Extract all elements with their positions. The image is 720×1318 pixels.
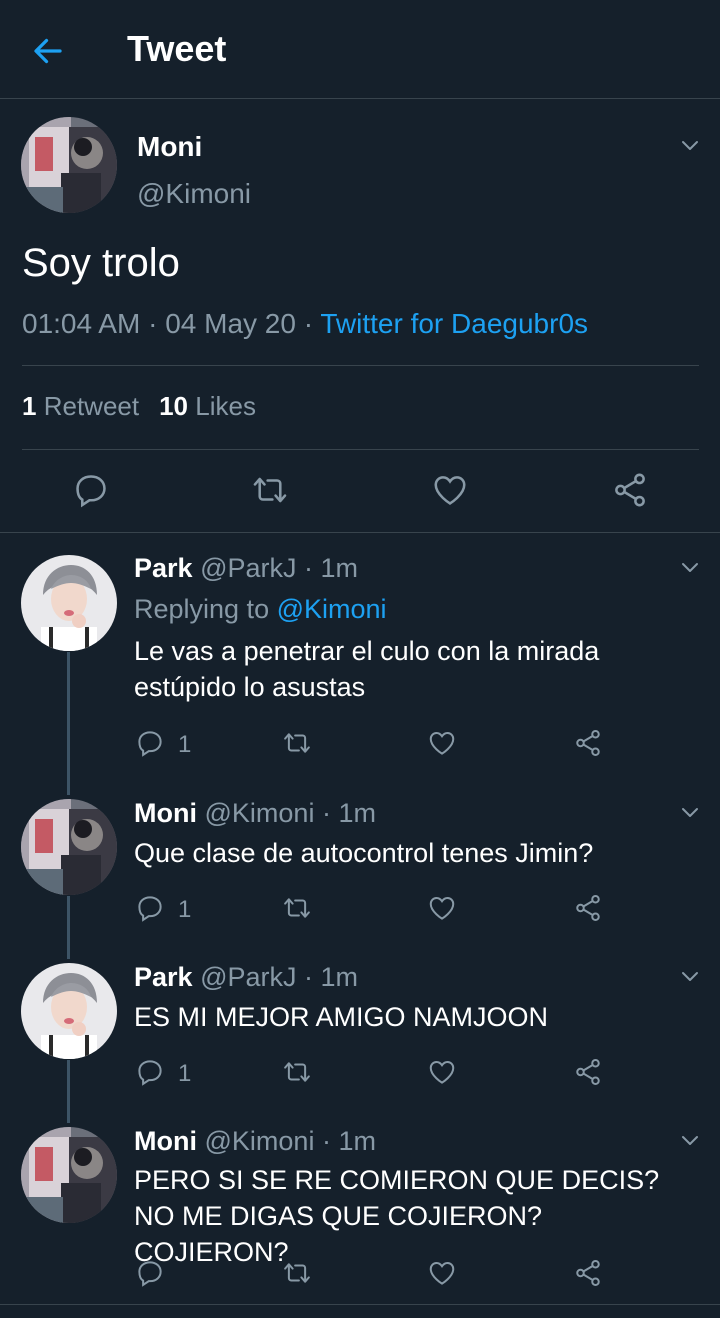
tweet-text: Soy trolo (22, 241, 180, 285)
likes-label: Likes (195, 391, 256, 421)
reply-count: 1 (178, 1060, 192, 1087)
tweet-source-link[interactable]: Twitter for Daegubr0s (320, 308, 588, 339)
page-title: Tweet (127, 28, 227, 69)
heart-icon[interactable] (427, 893, 457, 923)
tweet-time: · 1m (321, 1126, 376, 1156)
share-icon[interactable] (573, 1057, 603, 1087)
retweet-icon[interactable] (282, 728, 312, 758)
avatar[interactable] (21, 963, 117, 1059)
avatar[interactable] (21, 1127, 117, 1223)
tweet-text: Que clase de autocontrol tenes Jimin? (134, 838, 594, 868)
mention-link[interactable]: @Kimoni (277, 594, 387, 624)
thread-line (67, 652, 70, 795)
tweet-time: · 1m (304, 962, 359, 992)
reply-icon[interactable] (135, 728, 165, 758)
retweet-icon[interactable] (282, 1258, 312, 1288)
tweet-text: PERO SI SE RE COMIERON QUE DECIS? NO ME … (134, 1165, 660, 1267)
author-handle[interactable]: @Kimoni (205, 1126, 315, 1156)
heart-icon[interactable] (427, 1258, 457, 1288)
divider (0, 1304, 720, 1305)
author-name[interactable]: Park (134, 553, 193, 583)
tweet-time: · 1m (321, 798, 376, 828)
heart-icon[interactable] (431, 471, 469, 509)
chevron-down-icon[interactable] (678, 964, 702, 988)
reply-icon[interactable] (135, 893, 165, 923)
share-icon[interactable] (573, 1258, 603, 1288)
share-icon[interactable] (611, 471, 649, 509)
divider (22, 365, 699, 366)
share-icon[interactable] (573, 728, 603, 758)
chevron-down-icon[interactable] (678, 555, 702, 579)
share-icon[interactable] (573, 893, 603, 923)
tweet-stats: 1 Retweet 10 Likes (22, 391, 256, 422)
retweet-icon[interactable] (251, 471, 289, 509)
reply-icon[interactable] (72, 471, 110, 509)
author-handle[interactable]: @ParkJ (200, 962, 296, 992)
reply-icon[interactable] (135, 1258, 165, 1288)
chevron-down-icon[interactable] (678, 1128, 702, 1152)
author-name[interactable]: Moni (134, 1126, 197, 1156)
replying-prefix: Replying to (134, 594, 277, 624)
avatar[interactable] (21, 799, 117, 895)
likes-count: 10 (159, 391, 189, 421)
separator: · (303, 308, 314, 339)
reply-icon[interactable] (135, 1057, 165, 1087)
tweet-text: Le vas a penetrar el culo con la mirada … (134, 636, 600, 702)
reply-count: 1 (178, 896, 192, 923)
tweet-time: · 1m (304, 553, 359, 583)
chevron-down-icon[interactable] (678, 800, 702, 824)
likes-stat[interactable]: 10 Likes (159, 391, 256, 421)
author-name[interactable]: Moni (137, 131, 202, 163)
top-bar: Tweet (0, 0, 720, 99)
retweets-stat[interactable]: 1 Retweet (22, 391, 139, 421)
divider (22, 449, 699, 450)
reply-count: 1 (178, 731, 192, 758)
main-tweet: Moni @Kimoni Soy trolo 01:04 AM · 04 May… (0, 99, 720, 533)
arrow-left-icon[interactable] (30, 33, 66, 69)
thread-line (67, 1060, 70, 1123)
author-handle[interactable]: @Kimoni (137, 178, 251, 210)
retweets-count: 1 (22, 391, 37, 421)
retweet-icon[interactable] (282, 893, 312, 923)
separator: · (148, 308, 158, 339)
heart-icon[interactable] (427, 1057, 457, 1087)
tweet-time: 01:04 AM (22, 308, 141, 339)
thread-line (67, 896, 70, 959)
tweet-meta: 01:04 AM · 04 May 20 · Twitter for Daegu… (22, 308, 588, 340)
author-handle[interactable]: @Kimoni (205, 798, 315, 828)
heart-icon[interactable] (427, 728, 457, 758)
avatar[interactable] (21, 555, 117, 651)
author-name[interactable]: Moni (134, 798, 197, 828)
chevron-down-icon[interactable] (678, 133, 702, 157)
tweet-date: 04 May 20 (165, 308, 296, 339)
replying-to: Replying to @Kimoni (134, 594, 387, 625)
retweet-icon[interactable] (282, 1057, 312, 1087)
author-handle[interactable]: @ParkJ (200, 553, 296, 583)
tweet-text: ES MI MEJOR AMIGO NAMJOON (134, 1002, 549, 1032)
author-name[interactable]: Park (134, 962, 193, 992)
retweets-label: Retweet (43, 391, 140, 421)
avatar[interactable] (21, 117, 117, 213)
